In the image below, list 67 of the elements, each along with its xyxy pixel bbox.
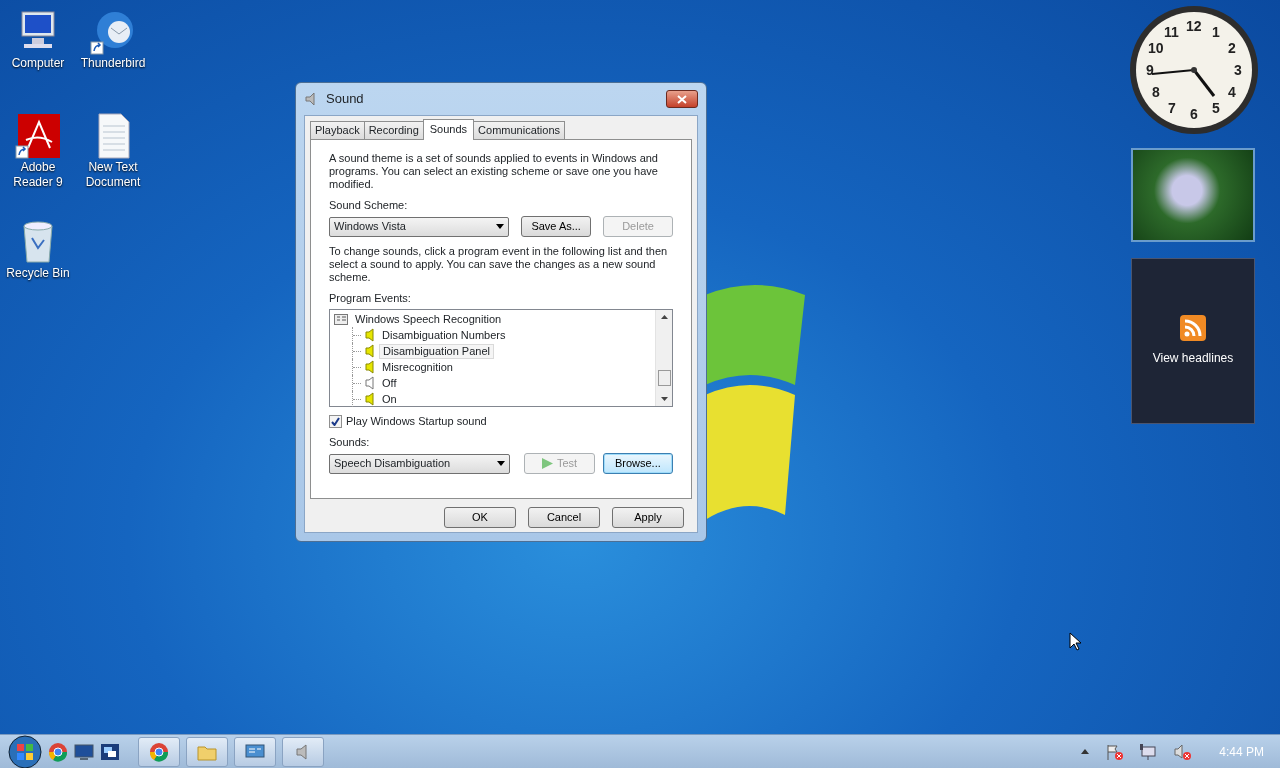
- scrollbar[interactable]: [655, 310, 672, 406]
- window-title: Sound: [326, 90, 364, 109]
- close-button[interactable]: [666, 90, 698, 108]
- network-icon[interactable]: [1139, 742, 1158, 761]
- browse-button[interactable]: Browse...: [602, 453, 673, 474]
- clock-number: 3: [1234, 63, 1242, 77]
- clock-number: 7: [1168, 101, 1176, 116]
- clock-number: 2: [1228, 41, 1236, 55]
- tab[interactable]: Sounds: [422, 119, 475, 140]
- clock-number: 12: [1186, 19, 1202, 33]
- browser-icon[interactable]: [48, 741, 68, 762]
- icon-label: Adobe Reader 9: [12, 160, 64, 190]
- clock-number: 1: [1212, 24, 1220, 39]
- scheme-button[interactable]: Save As...: [521, 216, 592, 237]
- dropdown[interactable]: Speech Disambiguation: [329, 453, 511, 474]
- clock-number: 4: [1228, 85, 1236, 99]
- feed-label[interactable]: View headlines: [1152, 349, 1234, 367]
- tree-item[interactable]: On: [379, 392, 400, 406]
- field-label: Sound Scheme:: [329, 199, 409, 212]
- tab[interactable]: Playback: [310, 121, 365, 139]
- cursor-icon: [1069, 632, 1081, 651]
- field-label: Sounds:: [329, 436, 371, 449]
- dialog-button[interactable]: Apply: [612, 507, 684, 528]
- checkmark-icon: [331, 417, 340, 426]
- taskbar-button[interactable]: [234, 736, 276, 767]
- list-icon: [334, 313, 348, 325]
- speaker-icon[interactable]: [1173, 742, 1192, 761]
- down-arrow-icon[interactable]: [660, 397, 668, 401]
- dialog-button[interactable]: OK: [444, 507, 516, 528]
- instructions-text: To change sounds, click a program event in the following list and then select a sound to apply. You can save the changes as a new sound scheme.: [329, 245, 669, 284]
- tree-item[interactable]: Disambiguation Panel: [379, 343, 494, 359]
- caret-icon: [496, 224, 505, 230]
- clock-number: 10: [1147, 41, 1164, 55]
- caret-icon: [497, 461, 506, 467]
- close-icon: [677, 94, 687, 104]
- tree-item[interactable]: Windows Speech Recognition: [334, 311, 651, 327]
- rss-icon[interactable]: [1180, 315, 1206, 341]
- icon-label: Thunderbird: [80, 56, 146, 71]
- start-orb-icon[interactable]: [8, 734, 42, 768]
- flag-icon[interactable]: [1105, 742, 1124, 761]
- tab[interactable]: Recording: [363, 121, 424, 139]
- tree-item[interactable]: Misrecognition: [379, 360, 456, 374]
- up-arrow-icon[interactable]: [660, 315, 668, 319]
- monitor-icon[interactable]: [74, 741, 94, 762]
- description-text: A sound theme is a set of sounds applied to events in Windows and programs. You can select an existing scheme or save one you have modified.: [329, 152, 659, 191]
- clock-number: 9: [1146, 63, 1154, 77]
- icon-label: Computer: [11, 56, 65, 71]
- icon-label: New Text Document: [84, 160, 142, 190]
- tree-item[interactable]: Disambiguation Numbers: [379, 328, 509, 342]
- clock-number: 6: [1190, 107, 1198, 121]
- play-icon: [541, 458, 553, 469]
- dialog-button[interactable]: Cancel: [528, 507, 600, 528]
- taskbar-button[interactable]: [138, 736, 180, 767]
- windows-icon[interactable]: [100, 741, 120, 762]
- clock-number: 11: [1164, 24, 1179, 39]
- up-arrow-icon[interactable]: [1081, 749, 1090, 754]
- field-label: Program Events:: [329, 292, 412, 305]
- document-swirl-icon[interactable]: [14, 112, 62, 160]
- browser-icon: [149, 741, 169, 762]
- icon-label: Recycle Bin: [6, 266, 70, 281]
- clock-number: 5: [1212, 101, 1220, 116]
- clock-number: 8: [1151, 85, 1160, 99]
- dropdown[interactable]: Windows Vista: [329, 216, 510, 237]
- tab[interactable]: Communications: [473, 121, 565, 139]
- checkbox[interactable]: Play Windows Startup sound: [329, 415, 673, 428]
- tree-item[interactable]: Off: [379, 376, 400, 390]
- scroll-thumb[interactable]: [657, 370, 671, 386]
